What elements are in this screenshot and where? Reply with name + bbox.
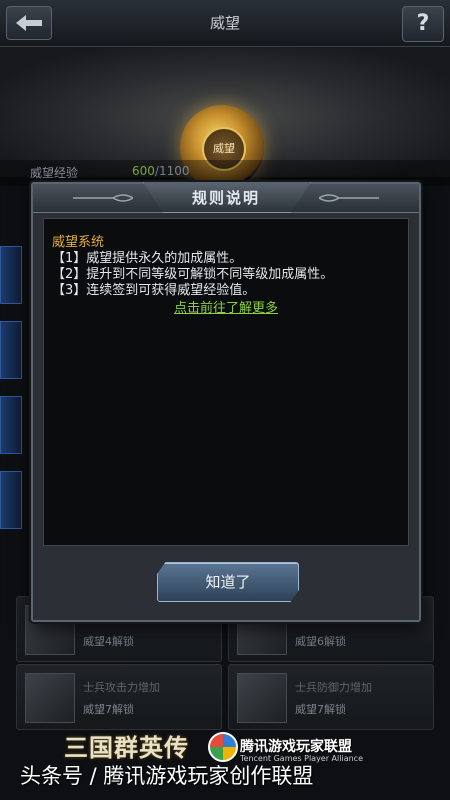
ornament-icon — [319, 194, 379, 202]
bonus-status: 威望6解锁 — [295, 635, 346, 648]
screen-title: 威望 — [209, 14, 240, 32]
bonus-card[interactable]: 士兵攻击力增加 威望7解锁 — [16, 664, 222, 730]
side-tab[interactable] — [0, 396, 22, 454]
xp-label: 威望经验 — [30, 166, 79, 180]
learn-more-link[interactable]: 点击前往了解更多 — [44, 297, 408, 316]
bonus-status: 威望4解锁 — [83, 635, 134, 648]
bonus-card[interactable]: 士兵防御力增加 威望7解锁 — [228, 664, 434, 730]
bonus-thumb-icon — [237, 673, 287, 723]
bonus-status: 威望7解锁 — [295, 703, 346, 716]
top-bar: 威望 ? — [0, 0, 450, 47]
bonus-thumb-icon — [25, 673, 75, 723]
ok-button[interactable]: 知道了 — [157, 562, 299, 602]
bonus-status: 威望7解锁 — [83, 703, 134, 716]
prestige-banner: 威望 — [0, 47, 450, 189]
ornament-icon — [73, 194, 133, 202]
side-tab[interactable] — [0, 471, 22, 529]
xp-max: /1100 — [154, 164, 190, 178]
bonus-title: 士兵防御力增加 — [295, 681, 372, 694]
bonus-title: 士兵攻击力增加 — [83, 681, 160, 694]
tencent-alliance-logo-icon — [208, 732, 238, 762]
rule-line: 【3】连续签到可获得威望经验值。 — [52, 283, 256, 298]
side-tab[interactable] — [0, 246, 22, 304]
dialog-title: 规则说明 — [191, 189, 260, 207]
xp-value: 600/1100 — [132, 164, 190, 178]
help-button[interactable]: ? — [402, 6, 444, 42]
dialog-header: 规则说明 — [33, 182, 419, 213]
alliance-logo-text: 腾讯游戏玩家联盟 — [240, 739, 352, 755]
side-tab[interactable] — [0, 321, 22, 379]
game-logo: 三国群英传 — [64, 733, 189, 762]
footer-watermark: 头条号 / 腾讯游戏玩家创作联盟 — [20, 764, 314, 788]
rules-dialog: 规则说明 威望系统 【1】威望提供永久的加成属性。 【2】提升到不同等级可解锁不… — [31, 182, 421, 622]
xp-current: 600 — [132, 164, 155, 178]
rules-content: 威望系统 【1】威望提供永久的加成属性。 【2】提升到不同等级可解锁不同等级加成… — [43, 218, 409, 546]
